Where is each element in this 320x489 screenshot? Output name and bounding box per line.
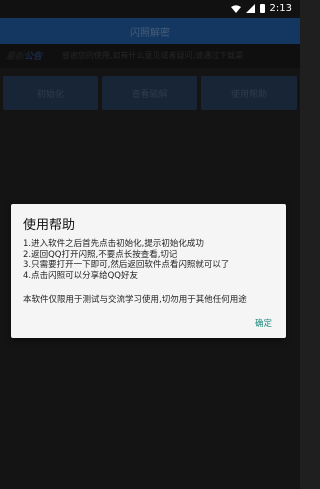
dialog-disclaimer: 本软件仅限用于测试与交流学习使用,切勿用于其他任何用途	[23, 295, 247, 305]
battery-icon	[259, 4, 265, 13]
wifi-icon	[230, 4, 241, 13]
status-icons: 2:13	[230, 3, 292, 14]
help-dialog: 使用帮助 1.进入软件之后首先点击初始化,提示初始化成功 2.返回QQ打开闪照,…	[11, 204, 286, 338]
instruction-line: 1.进入软件之后首先点击初始化,提示初始化成功	[23, 239, 204, 249]
dialog-title: 使用帮助	[23, 218, 76, 233]
dialog-instructions: 1.进入软件之后首先点击初始化,提示初始化成功 2.返回QQ打开闪照,不要点长按…	[23, 239, 229, 281]
instruction-line: 4.点击闪照可以分享给QQ好友	[23, 270, 138, 281]
status-time: 2:13	[269, 3, 292, 14]
instruction-line: 3.只需要打开一下即可,然后返回软件点看闪照就可以了	[23, 260, 230, 270]
dialog-ok-button[interactable]: 确定	[255, 317, 272, 329]
instruction-line: 2.返回QQ打开闪照,不要点长按查看,切记	[23, 249, 178, 260]
status-bar: 2:13	[0, 0, 300, 18]
signal-icon	[245, 4, 255, 13]
